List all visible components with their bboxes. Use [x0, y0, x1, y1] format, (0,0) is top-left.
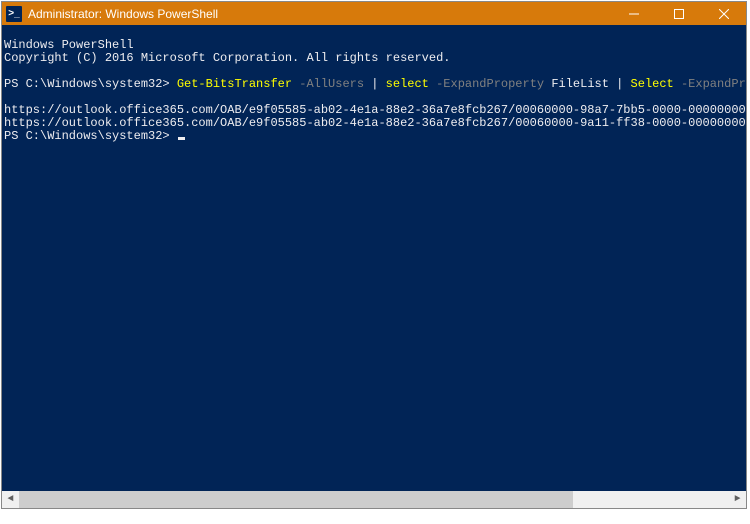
powershell-icon: >_ — [6, 6, 22, 22]
command-line: PS C:\Windows\system32> Get-BitsTransfer… — [4, 77, 746, 91]
prompt-line: PS C:\Windows\system32> — [4, 129, 185, 143]
maximize-icon — [674, 9, 684, 19]
horizontal-scrollbar[interactable]: ◄ ► — [2, 491, 746, 508]
argument: FileList — [551, 77, 609, 91]
banner-line: Windows PowerShell — [4, 38, 134, 52]
space — [429, 77, 436, 91]
cmdlet: Select — [631, 77, 674, 91]
parameter: -AllUsers — [299, 77, 364, 91]
maximize-button[interactable] — [656, 2, 701, 25]
output-line: https://outlook.office365.com/OAB/e9f055… — [4, 103, 746, 117]
cursor — [178, 137, 185, 140]
powershell-window: >_ Administrator: Windows PowerShell Win… — [1, 1, 747, 509]
scroll-right-button[interactable]: ► — [729, 491, 746, 508]
parameter: -ExpandProperty — [681, 77, 746, 91]
scroll-track[interactable] — [19, 491, 729, 508]
space — [623, 77, 630, 91]
banner-line: Copyright (C) 2016 Microsoft Corporation… — [4, 51, 450, 65]
titlebar[interactable]: >_ Administrator: Windows PowerShell — [2, 2, 746, 25]
parameter: -ExpandProperty — [436, 77, 544, 91]
console-output[interactable]: Windows PowerShell Copyright (C) 2016 Mi… — [2, 25, 746, 491]
console-viewport: Windows PowerShell Copyright (C) 2016 Mi… — [2, 25, 746, 491]
close-icon — [719, 9, 729, 19]
window-title: Administrator: Windows PowerShell — [28, 7, 218, 21]
close-button[interactable] — [701, 2, 746, 25]
scroll-thumb[interactable] — [19, 491, 573, 508]
cmdlet: Get-BitsTransfer — [177, 77, 292, 91]
space — [378, 77, 385, 91]
minimize-icon — [629, 9, 639, 19]
prompt-prefix: PS C:\Windows\system32> — [4, 129, 177, 143]
space — [674, 77, 681, 91]
minimize-button[interactable] — [611, 2, 656, 25]
scroll-left-button[interactable]: ◄ — [2, 491, 19, 508]
prompt-prefix: PS C:\Windows\system32> — [4, 77, 177, 91]
cmdlet: select — [386, 77, 429, 91]
output-line: https://outlook.office365.com/OAB/e9f055… — [4, 116, 746, 130]
